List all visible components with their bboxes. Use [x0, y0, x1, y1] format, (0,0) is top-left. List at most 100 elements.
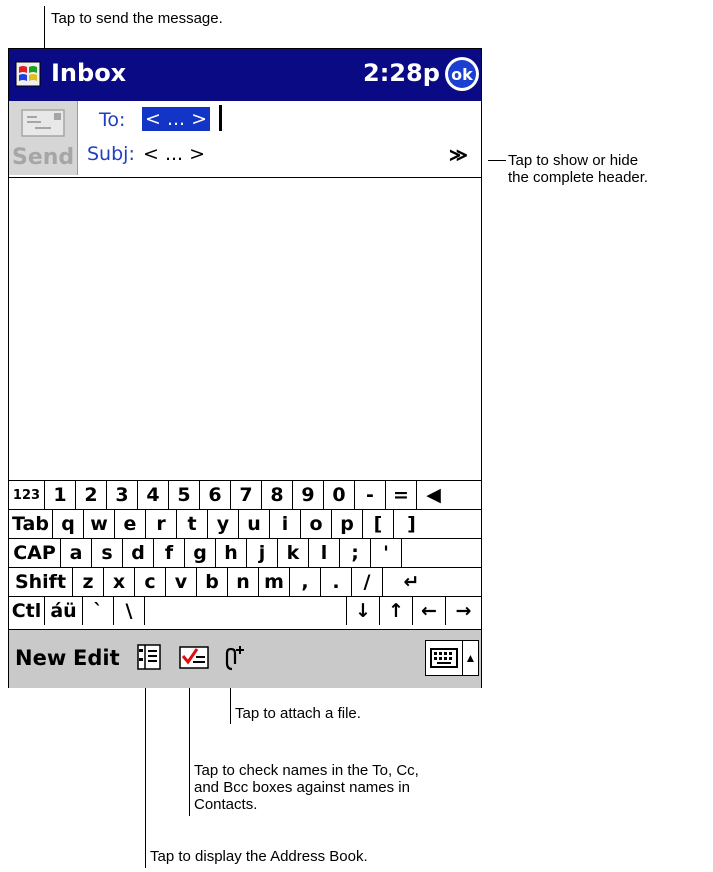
header-toggle-callout-line1: Tap to show or hide	[508, 152, 639, 169]
send-button[interactable]: Send	[9, 101, 78, 175]
key[interactable]: 4	[138, 481, 169, 509]
attach-callout-line	[230, 688, 231, 724]
attach-callout: Tap to attach a file.	[235, 705, 361, 722]
ctrl-key[interactable]: Ctl	[9, 597, 45, 625]
to-field[interactable]: < ... >	[142, 107, 211, 131]
subject-label: Subj:	[87, 143, 135, 165]
key[interactable]: i	[270, 510, 301, 538]
key[interactable]: w	[84, 510, 115, 538]
command-bar: New Edit ▲	[9, 629, 481, 688]
new-menu[interactable]: New	[15, 646, 66, 670]
key[interactable]: l	[309, 539, 340, 567]
key[interactable]: \	[114, 597, 145, 625]
key[interactable]: ,	[290, 568, 321, 596]
key[interactable]: t	[177, 510, 208, 538]
check-names-callout-line3: Contacts.	[194, 796, 258, 813]
space-key[interactable]	[145, 597, 347, 625]
send-callout: Tap to send the message.	[51, 10, 223, 27]
key[interactable]: `	[83, 597, 114, 625]
ok-button[interactable]: ok	[445, 57, 479, 91]
arrow-down-key[interactable]: ↓	[347, 597, 380, 625]
pocket-pc-screen: Inbox 2:28p ok Send To: < ... > Subj: < …	[8, 48, 482, 688]
key[interactable]: 3	[107, 481, 138, 509]
key[interactable]: 0	[324, 481, 355, 509]
key[interactable]: =	[386, 481, 417, 509]
address-book-callout-line	[145, 688, 146, 868]
key[interactable]: .	[321, 568, 352, 596]
key[interactable]: -	[355, 481, 386, 509]
key[interactable]: [	[363, 510, 394, 538]
address-book-callout: Tap to display the Address Book.	[150, 848, 368, 865]
key[interactable]: x	[104, 568, 135, 596]
key[interactable]: '	[371, 539, 402, 567]
key[interactable]: 8	[262, 481, 293, 509]
keyboard-row-5: Ctl áü ` \ ↓ ↑ ← →	[9, 597, 481, 626]
key-123[interactable]: 123	[9, 481, 45, 509]
check-names-callout-line2: and Bcc boxes against names in	[194, 779, 410, 796]
key[interactable]: a	[61, 539, 92, 567]
key[interactable]: v	[166, 568, 197, 596]
soft-keyboard: 123 1 2 3 4 5 6 7 8 9 0 - = ◀ Tab q w e …	[9, 480, 481, 629]
paperclip-icon[interactable]	[223, 642, 247, 672]
key[interactable]: u	[239, 510, 270, 538]
input-panel-button[interactable]	[425, 640, 463, 676]
header-toggle-callout-line2: the complete header.	[508, 169, 649, 186]
key[interactable]: /	[352, 568, 383, 596]
shift-key[interactable]: Shift	[9, 568, 73, 596]
key[interactable]: ]	[394, 510, 429, 538]
to-label: To:	[99, 109, 126, 131]
key[interactable]: c	[135, 568, 166, 596]
key[interactable]: o	[301, 510, 332, 538]
key[interactable]: j	[247, 539, 278, 567]
clock[interactable]: 2:28p	[363, 59, 440, 87]
key[interactable]: s	[92, 539, 123, 567]
key[interactable]: m	[259, 568, 290, 596]
key[interactable]: 2	[76, 481, 107, 509]
arrow-left-key[interactable]: ←	[413, 597, 446, 625]
tab-key[interactable]: Tab	[9, 510, 53, 538]
key[interactable]: 1	[45, 481, 76, 509]
key[interactable]: p	[332, 510, 363, 538]
ok-label: ok	[448, 60, 476, 88]
subject-field[interactable]: < ... >	[143, 143, 205, 165]
key[interactable]: b	[197, 568, 228, 596]
key[interactable]: 5	[169, 481, 200, 509]
check-names-callout-line	[189, 688, 190, 816]
edit-menu[interactable]: Edit	[73, 646, 120, 670]
enter-key[interactable]: ↵	[383, 568, 440, 596]
message-body[interactable]	[9, 178, 481, 480]
arrow-up-key[interactable]: ↑	[380, 597, 413, 625]
keyboard-icon	[430, 648, 458, 668]
key[interactable]: n	[228, 568, 259, 596]
backspace-key[interactable]: ◀	[417, 481, 450, 509]
key[interactable]: f	[154, 539, 185, 567]
key[interactable]: 9	[293, 481, 324, 509]
key[interactable]: d	[123, 539, 154, 567]
keyboard-row-4: Shift z x c v b n m , . / ↵	[9, 568, 481, 597]
title-bar: Inbox 2:28p ok	[9, 49, 481, 101]
key[interactable]: y	[208, 510, 239, 538]
key-blank[interactable]	[402, 539, 460, 567]
window-title: Inbox	[51, 59, 127, 87]
caps-key[interactable]: CAP	[9, 539, 61, 567]
key[interactable]: 7	[231, 481, 262, 509]
windows-flag-icon[interactable]	[15, 61, 41, 87]
header-toggle-icon[interactable]: ≫	[449, 145, 468, 166]
key[interactable]: g	[185, 539, 216, 567]
key[interactable]: r	[146, 510, 177, 538]
arrow-right-key[interactable]: →	[446, 597, 481, 625]
message-header: Send To: < ... > Subj: < ... > ≫	[9, 101, 481, 178]
input-method-arrow[interactable]: ▲	[463, 640, 479, 676]
address-book-icon[interactable]	[137, 644, 161, 670]
key[interactable]: z	[73, 568, 104, 596]
accent-key[interactable]: áü	[45, 597, 83, 625]
key[interactable]: e	[115, 510, 146, 538]
key[interactable]: h	[216, 539, 247, 567]
keyboard-row-3: CAP a s d f g h j k l ; '	[9, 539, 481, 568]
check-names-icon[interactable]	[179, 644, 209, 670]
key[interactable]: ;	[340, 539, 371, 567]
key[interactable]: k	[278, 539, 309, 567]
send-label: Send	[12, 145, 75, 170]
key[interactable]: q	[53, 510, 84, 538]
key[interactable]: 6	[200, 481, 231, 509]
